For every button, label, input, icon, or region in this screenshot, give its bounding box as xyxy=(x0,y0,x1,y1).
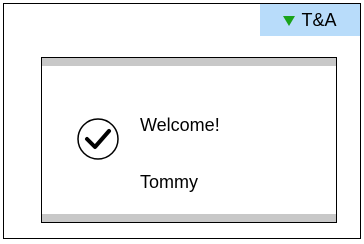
triangle-down-icon xyxy=(283,16,296,26)
attendance-mode-tab[interactable]: T&A xyxy=(260,4,360,36)
checkmark-circle-icon xyxy=(77,118,119,160)
device-screen: T&A Welcome! Tommy xyxy=(3,3,361,239)
dialog-bottom-bar xyxy=(42,214,336,222)
welcome-message: Welcome! xyxy=(140,115,220,135)
user-name: Tommy xyxy=(140,172,198,192)
dialog-top-bar xyxy=(42,58,336,66)
attendance-mode-label: T&A xyxy=(301,9,337,30)
welcome-dialog: Welcome! Tommy xyxy=(41,57,337,223)
